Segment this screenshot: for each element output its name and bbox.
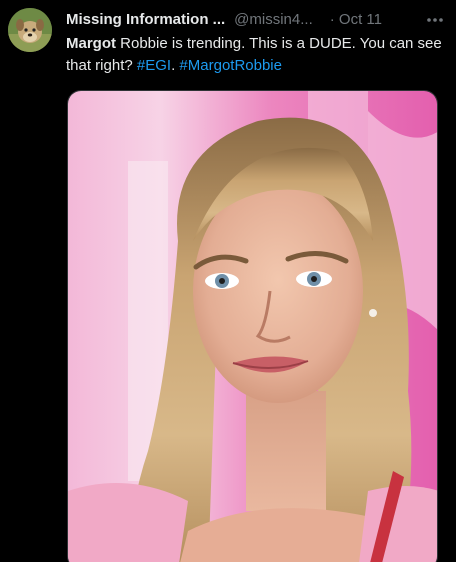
tweet-text-bold: Margot — [66, 35, 116, 52]
portrait-photo — [68, 91, 437, 562]
dog-avatar-icon — [8, 8, 52, 52]
author-display-name[interactable]: Missing Information ... — [66, 10, 225, 30]
tweet-header: Missing Information ... @missin4... · Oc… — [66, 9, 446, 31]
more-horizontal-icon — [427, 18, 443, 22]
more-button[interactable] — [424, 10, 446, 30]
avatar[interactable] — [8, 8, 52, 52]
author-handle[interactable]: @missin4... — [234, 10, 313, 30]
tweet-text: Margot Robbie is trending. This is a DUD… — [66, 33, 446, 77]
tweet[interactable]: Missing Information ... @missin4... · Oc… — [0, 0, 456, 562]
hashtag-link-egi[interactable]: #EGI — [137, 57, 171, 74]
hashtag-link-margotrobbie[interactable]: #MargotRobbie — [179, 57, 282, 74]
tweet-media-image[interactable] — [67, 90, 438, 562]
tweet-date[interactable]: · Oct 11 — [330, 10, 382, 30]
